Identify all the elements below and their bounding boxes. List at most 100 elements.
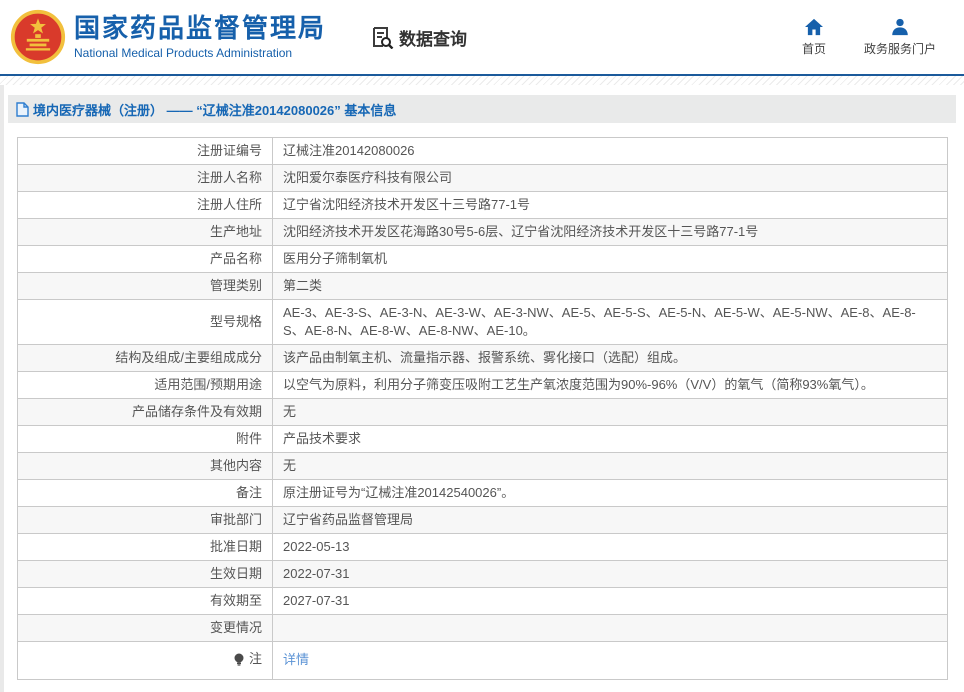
row-label-inner: 批准日期 [210,538,262,556]
row-value: 无 [272,452,948,480]
org-title-block: 国家药品监督管理局 National Medical Products Admi… [74,13,326,61]
row-label-inner: 注册证编号 [197,142,262,160]
row-value: 医用分子筛制氧机 [272,245,948,273]
document-search-icon [373,27,394,49]
document-icon [16,101,29,117]
org-name-en: National Medical Products Administration [74,46,293,60]
row-label-text: 结构及组成/主要组成成分 [115,350,262,365]
row-label-inner: 生效日期 [210,565,262,583]
row-label: 其他内容 [17,452,273,480]
table-row: 生产地址 沈阳经济技术开发区花海路30号5-6层、辽宁省沈阳经济技术开发区十三号路… [17,218,948,246]
row-value-text: 辽宁省沈阳经济技术开发区十三号路77-1号 [283,197,531,212]
page-title: 境内医疗器械（注册） —— “辽械注准20142080026” 基本信息 [33,102,397,118]
row-label-text: 管理类别 [209,278,262,293]
row-value-text: 2022-05-13 [283,539,350,554]
row-value: 沈阳经济技术开发区花海路30号5-6层、辽宁省沈阳经济技术开发区十三号路77-1… [272,218,948,246]
row-value: 2027-07-31 [272,587,948,615]
table-row: 结构及组成/主要组成成分 该产品由制氧主机、流量指示器、报警系统、雾化接口（选配）… [17,344,948,372]
row-value-text: AE-3、AE-3-S、AE-3-N、AE-3-W、AE-3-NW、AE-5、A… [283,305,916,338]
nav-portal[interactable]: 政务服务门户 [864,18,936,57]
row-value: 沈阳爱尔泰医疗科技有限公司 [272,164,948,192]
registration-info-table: 注册证编号 辽械注准20142080026 注册人名称 沈阳爱尔泰医疗科技有限公司 注册… [17,137,948,680]
row-label: 备注 [17,479,273,507]
lightbulb-icon [234,653,244,666]
row-value-text: 沈阳经济技术开发区花海路30号5-6层、辽宁省沈阳经济技术开发区十三号路77-1… [283,224,759,239]
row-label-text: 附件 [235,431,262,446]
row-label: 注册人住所 [17,191,273,219]
row-label: 结构及组成/主要组成成分 [17,344,273,372]
row-label: 适用范围/预期用途 [17,371,273,399]
row-label: 型号规格 [17,299,273,345]
row-label-text: 备注 [235,485,262,500]
row-value: 该产品由制氧主机、流量指示器、报警系统、雾化接口（选配）组成。 [272,344,948,372]
row-label-text: 其他内容 [209,458,262,473]
row-label-inner: 注册人名称 [197,169,262,187]
nav-portal-label: 政务服务门户 [863,41,936,56]
row-label-inner: 产品储存条件及有效期 [132,403,262,421]
row-label-text: 注册人名称 [196,170,262,185]
row-label: 生产地址 [17,218,273,246]
row-label-inner: 审批部门 [210,511,262,529]
row-value-text: 辽宁省药品监督管理局 [283,512,414,527]
row-label-inner: 产品名称 [210,250,262,268]
page-left-edge [0,85,4,692]
row-value-text: 医用分子筛制氧机 [283,251,388,266]
row-value-text: 该产品由制氧主机、流量指示器、报警系统、雾化接口（选配）组成。 [283,350,687,365]
table-row: 管理类别 第二类 [17,272,948,300]
row-value: 辽宁省药品监督管理局 [272,506,948,534]
title-bar: 境内医疗器械（注册） —— “辽械注准20142080026” 基本信息 [8,95,956,123]
row-value: 以空气为原料，利用分子筛变压吸附工艺生产氧浓度范围为90%-96%（V/V）的氧… [272,371,948,399]
table-row: 有效期至 2027-07-31 [17,587,948,615]
row-label: 管理类别 [17,272,273,300]
data-query-label: 数据查询 [399,29,468,49]
row-label-inner: 适用范围/预期用途 [154,376,262,394]
row-value-text: 2022-07-31 [283,566,350,581]
table-row: 其他内容 无 [17,452,948,480]
row-label-inner: 型号规格 [210,313,262,331]
row-label: 有效期至 [17,587,273,615]
row-value-text: 无 [283,404,297,419]
row-label-text: 产品名称 [209,251,262,266]
site-header: 国家药品监督管理局 National Medical Products Admi… [0,0,964,74]
row-label: 注 [17,641,273,680]
row-label-text: 生效日期 [209,566,262,581]
table-row: 产品储存条件及有效期 无 [17,398,948,426]
row-value: AE-3、AE-3-S、AE-3-N、AE-3-W、AE-3-NW、AE-5、A… [272,299,948,345]
detail-link[interactable]: 详情 [283,652,309,667]
row-value: 原注册证号为“辽械注准20142540026”。 [272,479,948,507]
row-label-text: 有效期至 [209,593,262,608]
row-label-text: 适用范围/预期用途 [154,377,262,392]
row-value: 2022-05-13 [272,533,948,561]
nav-home-label: 首页 [801,41,826,56]
nav-data-query[interactable]: 数据查询 [370,25,467,50]
row-value: 辽械注准20142080026 [272,137,948,165]
row-label: 注册人名称 [17,164,273,192]
row-value: 无 [272,398,948,426]
table-row: 批准日期 2022-05-13 [17,533,948,561]
row-label-text: 产品储存条件及有效期 [131,404,262,419]
row-label-text: 注册人住所 [196,197,262,212]
row-label: 产品名称 [17,245,273,273]
table-row: 注册证编号 辽械注准20142080026 [17,137,948,165]
table-row: 生效日期 2022-07-31 [17,560,948,588]
row-label: 产品储存条件及有效期 [17,398,273,426]
row-label-text: 生产地址 [209,224,262,239]
row-value-text: 无 [283,458,297,473]
row-label-text: 批准日期 [209,539,262,554]
row-label-text: 变更情况 [209,620,262,635]
table-row: 注册人住所 辽宁省沈阳经济技术开发区十三号路77-1号 [17,191,948,219]
row-label: 注册证编号 [17,137,273,165]
row-label: 批准日期 [17,533,273,561]
row-label-inner: 变更情况 [210,619,262,637]
row-label: 审批部门 [17,506,273,534]
row-label-inner: 注 [233,650,262,668]
home-icon [804,18,823,35]
row-value: 2022-07-31 [272,560,948,588]
row-label: 变更情况 [17,614,273,642]
row-label-inner: 生产地址 [210,223,262,241]
org-name-cn: 国家药品监督管理局 [74,13,327,43]
row-label-text: 注 [248,651,262,666]
row-label-inner: 备注 [236,484,262,502]
row-value: 产品技术要求 [272,425,948,453]
nav-home[interactable]: 首页 [802,18,826,57]
